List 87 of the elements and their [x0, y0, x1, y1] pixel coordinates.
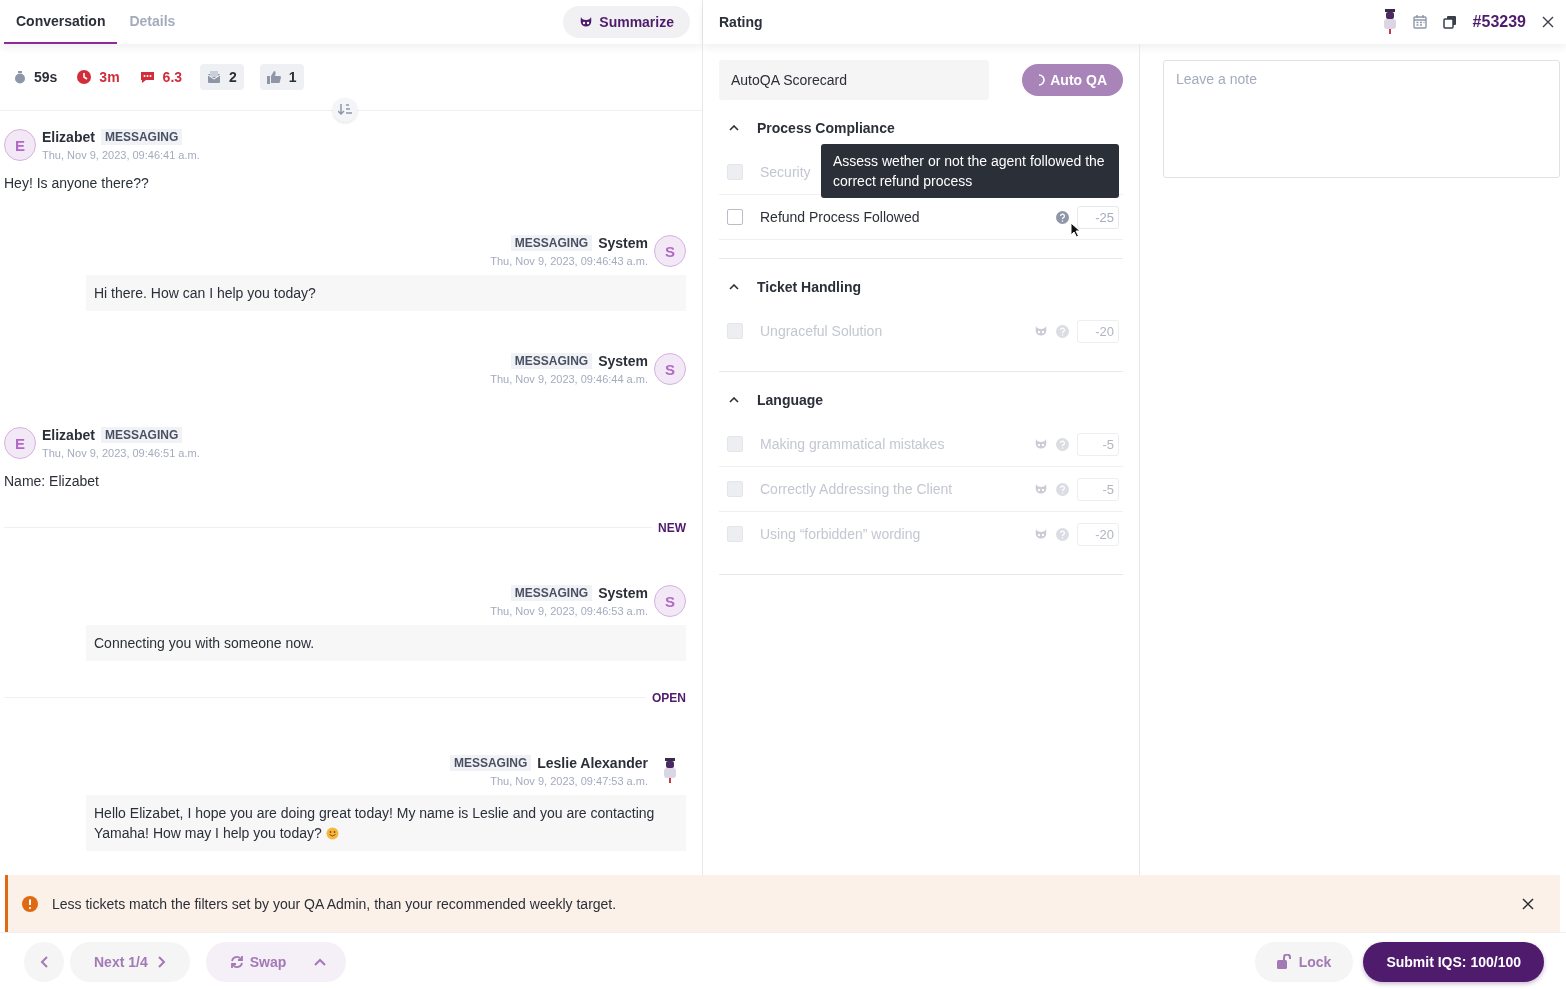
stat-value: 1: [288, 69, 297, 85]
points-field[interactable]: -25: [1077, 205, 1119, 229]
help-icon[interactable]: [1056, 210, 1069, 224]
chevron-left-icon: [40, 955, 48, 968]
stat-value: 2: [229, 69, 237, 85]
refresh-icon: [229, 954, 244, 969]
message-text: Name: Elizabet: [4, 472, 100, 491]
mascot-icon: [579, 16, 594, 28]
summarize-button[interactable]: Summarize: [563, 6, 690, 38]
message-text: Hey! Is anyone there??: [4, 174, 150, 193]
timestamp: Thu, Nov 9, 2023, 09:46:51 a.m.: [42, 447, 200, 459]
submit-button[interactable]: Submit IQS: 100/100: [1363, 941, 1544, 982]
stat-value: 59s: [34, 69, 58, 85]
channel-tag: MESSAGING: [100, 427, 183, 443]
message-text: Hello Elizabet, I hope you are doing great today! My name is Leslie and you are contacting Yamaha! How may I help you today?: [86, 795, 686, 851]
thumbs-up-icon: [266, 70, 281, 84]
stat-value: 3m: [99, 69, 120, 85]
author-name: System: [598, 235, 648, 251]
lock-button[interactable]: Lock: [1254, 941, 1354, 982]
previous-button[interactable]: [24, 941, 64, 982]
checkbox[interactable]: [727, 209, 743, 225]
timestamp: Thu, Nov 9, 2023, 09:46:43 a.m.: [490, 255, 648, 267]
author-name: Elizabet: [42, 129, 95, 145]
robot-avatar: [1382, 9, 1397, 35]
message-text: Connecting you with someone now.: [86, 625, 686, 661]
criterion-label: Security: [760, 164, 812, 180]
copy-icon[interactable]: [1442, 15, 1457, 29]
sort-icon: [338, 104, 352, 116]
author-name: Leslie Alexander: [537, 755, 648, 771]
scorecard-select[interactable]: AutoQA Scorecard: [719, 60, 989, 100]
author-name: System: [598, 353, 648, 369]
chevron-icon[interactable]: [729, 397, 739, 403]
banner-text: Less tickets match the filters set by your QA Admin, than your recommended weekly target.: [52, 895, 618, 912]
chevron-up-icon: [314, 957, 327, 966]
channel-tag: MESSAGING: [100, 129, 183, 145]
author-name: Elizabet: [42, 427, 95, 443]
author-name: System: [598, 585, 648, 601]
avatar: S: [654, 353, 686, 385]
criterion-label: Correctly Addressing the Client: [760, 481, 954, 497]
close-icon[interactable]: [1542, 16, 1554, 28]
robot-avatar: [663, 758, 677, 784]
timestamp: Thu, Nov 9, 2023, 09:46:53 a.m.: [490, 605, 648, 617]
tab[interactable]: Details: [117, 0, 188, 44]
warning-icon: [22, 895, 38, 912]
next-button[interactable]: Next 1/4: [70, 941, 190, 982]
status-label: NEW: [658, 521, 686, 535]
chevron-right-icon: [157, 955, 166, 968]
calendar-icon[interactable]: [1412, 15, 1427, 29]
message-text: Hi there. How can I help you today?: [86, 275, 686, 311]
tooltip: Assess wether or not the agent followed the correct refund process: [821, 144, 1119, 198]
channel-tag: MESSAGING: [510, 585, 593, 601]
timestamp: Thu, Nov 9, 2023, 09:46:44 a.m.: [490, 373, 648, 385]
status-label: OPEN: [652, 691, 686, 705]
avatar: E: [4, 427, 36, 459]
envelope-icon: [207, 70, 222, 84]
pointer-icon: [1070, 222, 1081, 238]
spinner-icon: [1038, 74, 1047, 86]
auto-qa-button[interactable]: Auto QA: [1022, 64, 1123, 96]
swap-button[interactable]: Swap: [205, 941, 303, 982]
avatar: S: [654, 235, 686, 267]
channel-tag: MESSAGING: [510, 353, 593, 369]
close-icon[interactable]: [1522, 897, 1534, 910]
section-title: Process Compliance: [757, 120, 895, 136]
unlock-icon: [1276, 954, 1293, 969]
avatar: S: [654, 585, 686, 617]
tab[interactable]: Conversation: [4, 0, 118, 44]
avatar: E: [4, 129, 36, 161]
criterion-label: Using “forbidden” wording: [760, 526, 922, 542]
stat-value: 6.3: [162, 69, 183, 85]
timestamp: Thu, Nov 9, 2023, 09:47:53 a.m.: [489, 775, 648, 787]
note-field[interactable]: Leave a note: [1163, 60, 1560, 178]
sort-button[interactable]: [333, 98, 357, 122]
clock-icon: [77, 70, 92, 84]
chevron-icon[interactable]: [729, 284, 739, 290]
section-title: Language: [757, 392, 824, 408]
panel-title: Rating: [719, 14, 763, 30]
chevron-icon[interactable]: [729, 125, 739, 131]
chat-icon: [139, 70, 155, 84]
timestamp: Thu, Nov 9, 2023, 09:46:41 a.m.: [42, 149, 200, 161]
criterion-label: Making grammatical mistakes: [760, 436, 946, 452]
ticket-link[interactable]: #53239: [1472, 13, 1526, 31]
stopwatch-icon: [14, 70, 26, 84]
criterion-label: Refund Process Followed: [760, 209, 921, 225]
section-title: Ticket Handling: [757, 279, 861, 295]
channel-tag: MESSAGING: [510, 235, 593, 251]
channel-tag: MESSAGING: [449, 755, 532, 771]
criterion-label: Ungraceful Solution: [760, 323, 884, 339]
